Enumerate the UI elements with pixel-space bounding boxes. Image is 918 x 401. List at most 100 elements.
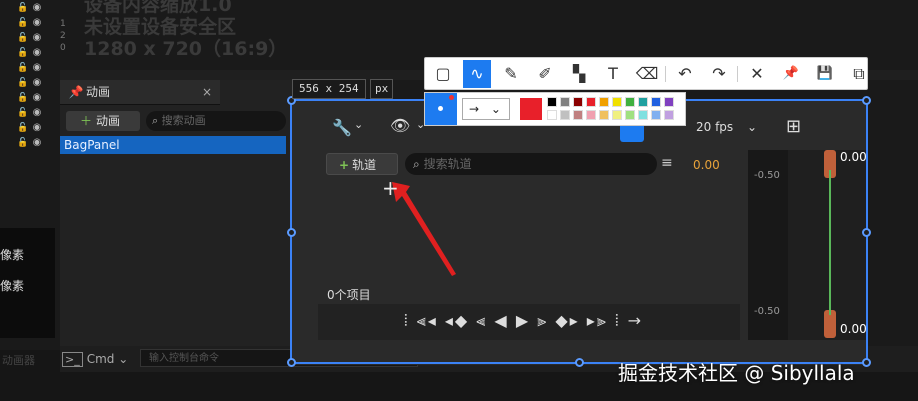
color-swatch[interactable] — [560, 97, 570, 107]
lock-icon[interactable]: 🔓 — [16, 3, 30, 13]
resize-handle[interactable] — [862, 228, 871, 237]
eye-icon[interactable]: ◉ — [30, 107, 44, 118]
pixel-label: 像素 — [0, 248, 25, 262]
chevron-down-icon: ⌄ — [490, 102, 501, 116]
selection-size: 556 x 254 — [292, 79, 366, 99]
tab-animation[interactable]: 📌 动画 × — [60, 80, 220, 105]
scene-resolution-text: 1280 x 720（16:9） — [84, 38, 288, 60]
color-swatch[interactable] — [612, 110, 622, 120]
lock-icon[interactable]: 🔓 — [16, 123, 30, 133]
lock-icon[interactable]: 🔓 — [16, 18, 30, 28]
color-swatch[interactable] — [547, 110, 557, 120]
color-swatch[interactable] — [651, 97, 661, 107]
color-swatch[interactable] — [651, 110, 661, 120]
color-swatch[interactable] — [638, 110, 648, 120]
animation-search-placeholder: 搜索动画 — [161, 114, 206, 127]
ruler-tick: 2 — [60, 31, 66, 41]
screenshot-selection[interactable] — [287, 96, 871, 367]
layer-row: 🔓 ◉ — [16, 92, 56, 106]
eye-icon[interactable]: ◉ — [30, 17, 44, 28]
color-swatch[interactable] — [560, 110, 570, 120]
pen-tool-icon[interactable]: ✎ — [497, 60, 525, 88]
resize-handle[interactable] — [575, 358, 584, 367]
mosaic-tool-icon[interactable]: ▚ — [565, 60, 593, 88]
lock-icon[interactable]: 🔓 — [16, 63, 30, 73]
color-swatch[interactable] — [586, 97, 596, 107]
color-swatch[interactable] — [599, 97, 609, 107]
layer-row: 🔓 ◉ — [16, 32, 56, 46]
text-tool-icon[interactable]: T — [599, 60, 627, 88]
polyline-tool-icon[interactable]: ∿ — [463, 60, 491, 88]
color-swatch[interactable] — [638, 97, 648, 107]
rect-tool-icon[interactable]: ▢ — [429, 60, 457, 88]
toolbar-separator — [665, 66, 666, 82]
color-swatch[interactable] — [664, 110, 674, 120]
resize-handle[interactable] — [287, 358, 296, 367]
screenshot-toolbar: ▢ ∿ ✎ ✐ ▚ T ⌫ ↶ ↷ ✕ 📌 💾 ⧉ — [424, 57, 868, 90]
ruler-tick: 1 — [60, 19, 66, 29]
eye-icon[interactable]: ◉ — [30, 2, 44, 13]
arrow-style-select[interactable]: → ⌄ — [462, 98, 510, 120]
stroke-size-button[interactable] — [425, 93, 457, 125]
lock-icon[interactable]: 🔓 — [16, 108, 30, 118]
eye-icon[interactable]: ◉ — [30, 122, 44, 133]
redo-icon[interactable]: ↷ — [705, 60, 733, 88]
eye-icon[interactable]: ◉ — [30, 32, 44, 43]
search-icon: ⌕ — [152, 114, 159, 127]
eye-icon[interactable]: ◉ — [30, 77, 44, 88]
color-swatch[interactable] — [625, 97, 635, 107]
eye-icon[interactable]: ◉ — [30, 137, 44, 148]
lock-icon[interactable]: 🔓 — [16, 93, 30, 103]
animation-list-item[interactable]: BagPanel — [60, 136, 286, 154]
eye-icon[interactable]: ◉ — [30, 47, 44, 58]
toolbar-separator — [737, 66, 738, 82]
eye-icon[interactable]: ◉ — [30, 62, 44, 73]
cmd-dropdown[interactable]: >_ Cmd ⌄ — [62, 352, 129, 367]
lock-icon[interactable]: 🔓 — [16, 138, 30, 148]
add-animation-button[interactable]: ＋动画 — [66, 111, 140, 131]
terminal-icon: >_ — [62, 352, 83, 367]
ruler-tick: 0 — [60, 43, 66, 53]
color-swatch[interactable] — [625, 110, 635, 120]
resize-handle[interactable] — [862, 96, 871, 105]
layer-row: 🔓 ◉ — [16, 77, 56, 91]
eraser-tool-icon[interactable]: ⌫ — [633, 60, 661, 88]
color-swatch[interactable] — [599, 110, 609, 120]
layer-row: 🔓 ◉ — [16, 137, 56, 151]
pin-icon[interactable]: 📌 — [777, 60, 805, 88]
marker-tool-icon[interactable]: ✐ — [531, 60, 559, 88]
current-color-swatch[interactable] — [520, 98, 542, 120]
indicator-dot — [449, 95, 454, 100]
scene-safearea-text: 未设置设备安全区 — [84, 16, 237, 38]
faded-label: 动画器 — [2, 354, 35, 367]
lock-icon[interactable]: 🔓 — [16, 78, 30, 88]
add-animation-label: 动画 — [96, 114, 121, 128]
ruler: 1 2 0 — [60, 0, 68, 70]
animation-search-input[interactable]: ⌕ 搜索动画 — [146, 111, 286, 131]
selection-unit[interactable]: px — [370, 79, 394, 99]
undo-icon[interactable]: ↶ — [671, 60, 699, 88]
lock-icon[interactable]: 🔓 — [16, 33, 30, 43]
close-icon[interactable]: ✕ — [743, 60, 771, 88]
layer-row: 🔓 ◉ — [16, 62, 56, 76]
chevron-down-icon: ⌄ — [118, 352, 129, 366]
style-subbar: → ⌄ — [424, 92, 686, 126]
copy-icon[interactable]: ⧉ — [845, 60, 873, 88]
color-swatch[interactable] — [573, 110, 583, 120]
eye-icon[interactable]: ◉ — [30, 92, 44, 103]
layer-row: 🔓 ◉ — [16, 2, 56, 16]
layer-visibility-column: 🔓 ◉ 🔓 ◉ 🔓 ◉ 🔓 ◉ 🔓 ◉ 🔓 ◉ 🔓 ◉ 🔓 ◉ 🔓 ◉ 🔓 ◉ — [0, 0, 60, 150]
color-swatch[interactable] — [547, 97, 557, 107]
plus-icon: ＋ — [80, 114, 93, 128]
layer-row: 🔓 ◉ — [16, 47, 56, 61]
color-swatch[interactable] — [664, 97, 674, 107]
resize-handle[interactable] — [287, 228, 296, 237]
color-swatch[interactable] — [612, 97, 622, 107]
color-swatch[interactable] — [586, 110, 596, 120]
save-icon[interactable]: 💾 — [811, 60, 839, 88]
close-icon[interactable]: × — [202, 80, 212, 104]
pixel-label: 像素 — [0, 279, 25, 293]
color-swatch[interactable] — [573, 97, 583, 107]
lock-icon[interactable]: 🔓 — [16, 48, 30, 58]
resize-handle[interactable] — [862, 358, 871, 367]
